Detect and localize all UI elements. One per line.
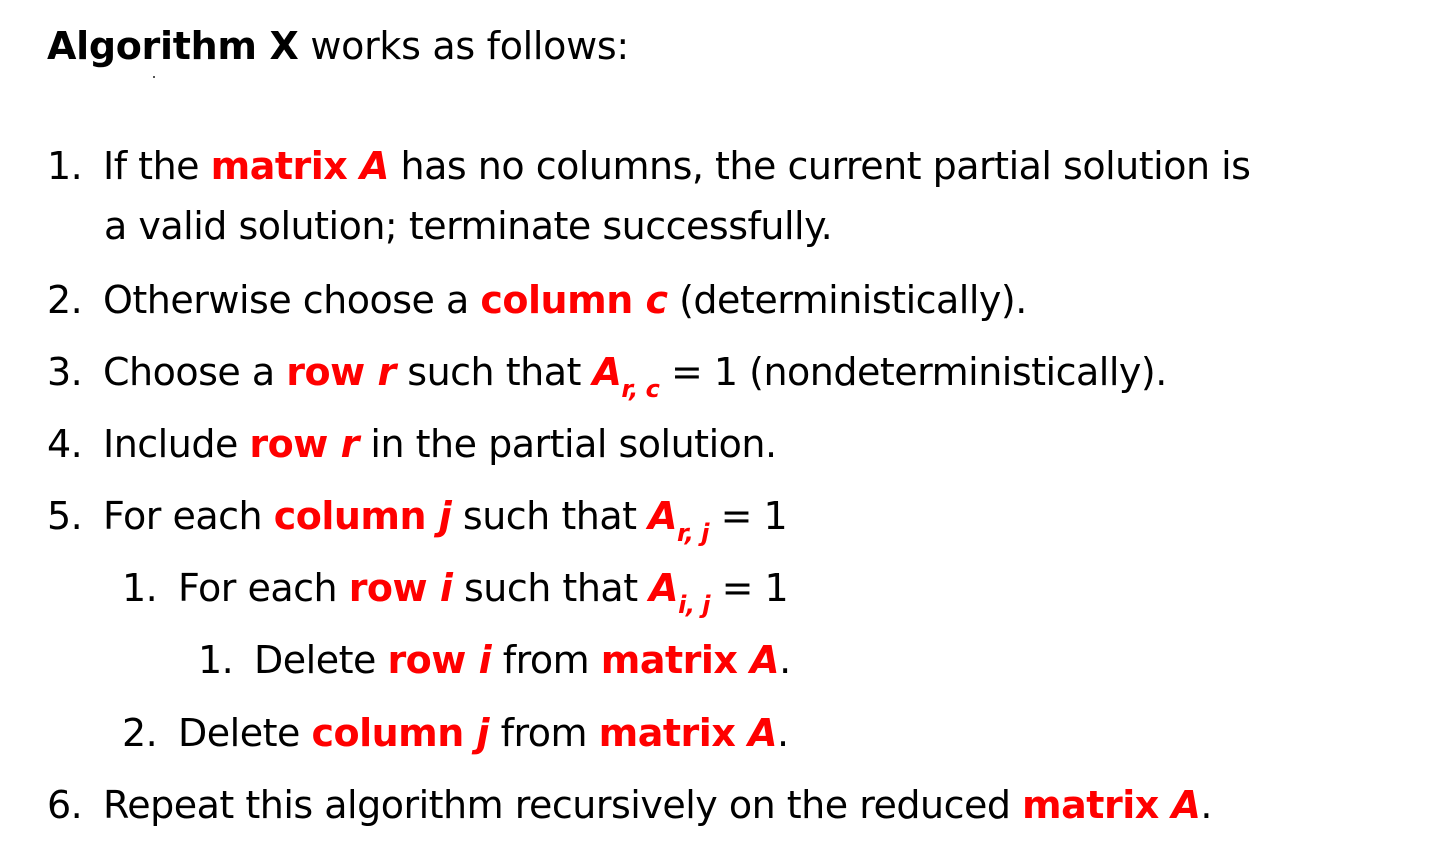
step-text: from <box>489 711 599 755</box>
step-text: such that <box>451 494 649 538</box>
highlight-variable: j <box>476 711 490 755</box>
step-number: 3. <box>47 350 83 394</box>
step-text: For each <box>103 494 274 538</box>
step-text: Delete <box>178 711 312 755</box>
step-text: . <box>1200 783 1212 827</box>
step-2: 2. Otherwise choose a column c (determini… <box>47 270 1027 330</box>
step-5-2: 2. Delete column j from matrix A. <box>122 703 789 763</box>
slide: Algorithm X works as follows: 1. If the m… <box>0 0 1439 866</box>
step-text: has no columns, the current partial solu… <box>388 144 1251 188</box>
step-text: (deterministically). <box>667 278 1027 322</box>
step-text: = 1 <box>710 566 789 610</box>
highlight-variable: i <box>439 566 453 610</box>
step-text: Choose a <box>103 350 287 394</box>
step-text: Delete <box>254 638 388 682</box>
step-text: . <box>779 638 791 682</box>
matrix-symbol: A <box>1171 783 1201 827</box>
step-number: 4. <box>47 422 83 466</box>
step-1: 1. If the matrix A has no columns, the cu… <box>47 136 1251 196</box>
step-5-1: 1. For each row i such that Ai, j = 1 <box>122 558 789 623</box>
step-5-1-1: 1. Delete row i from matrix A. <box>198 630 791 690</box>
highlight-term: row <box>286 350 378 394</box>
step-text: . <box>777 711 789 755</box>
highlight-term: matrix <box>600 638 751 682</box>
step-6: 6. Repeat this algorithm recursively on t… <box>47 775 1212 835</box>
step-text: For each <box>178 566 349 610</box>
highlight-term: row <box>387 638 479 682</box>
step-number: 1. <box>198 638 234 682</box>
stray-dot <box>153 76 155 78</box>
step-text: If the <box>103 144 211 188</box>
step-number: 1. <box>122 566 158 610</box>
highlight-term: column <box>311 711 477 755</box>
highlight-variable: r <box>340 422 360 466</box>
step-5: 5. For each column j such that Ar, j = 1 <box>47 486 788 551</box>
highlight-term: matrix <box>1022 783 1172 827</box>
step-text: such that <box>395 350 593 394</box>
step-text: Otherwise choose a <box>103 278 481 322</box>
heading-bold: Algorithm X <box>47 24 299 68</box>
highlight-term: row <box>348 566 440 610</box>
step-number: 6. <box>47 783 83 827</box>
heading: Algorithm X works as follows: <box>47 18 629 74</box>
matrix-symbol: A <box>649 566 679 610</box>
matrix-symbol: A <box>648 494 677 538</box>
highlight-term: column <box>480 278 646 322</box>
highlight-term: matrix <box>598 711 749 755</box>
matrix-subscript: r, j <box>677 519 710 547</box>
step-text: in the partial solution. <box>358 422 777 466</box>
matrix-symbol: A <box>750 638 780 682</box>
step-text: from <box>491 638 601 682</box>
highlight-variable: j <box>438 494 452 538</box>
step-text: such that <box>452 566 650 610</box>
highlight-term: row <box>249 422 341 466</box>
step-3: 3. Choose a row r such that Ar, c = 1 (no… <box>47 342 1167 407</box>
step-text: Repeat this algorithm recursively on the… <box>103 783 1023 827</box>
matrix-subscript: r, c <box>621 375 660 403</box>
highlight-variable: i <box>478 638 492 682</box>
matrix-symbol: A <box>592 350 622 394</box>
step-text: Include <box>103 422 250 466</box>
highlight-term: column <box>273 494 439 538</box>
step-4: 4. Include row r in the partial solution. <box>47 414 777 474</box>
matrix-subscript: i, j <box>678 591 711 619</box>
step-number: 2. <box>47 278 83 322</box>
step-text: = 1 (nondeterministically). <box>659 350 1167 394</box>
step-text: = 1 <box>709 494 788 538</box>
heading-rest: works as follows: <box>298 24 629 68</box>
highlight-variable: r <box>377 350 396 394</box>
highlight-variable: c <box>645 278 668 322</box>
step-1-continuation: a valid solution; terminate successfully… <box>104 204 833 248</box>
matrix-symbol: A <box>748 711 777 755</box>
highlight-term: matrix <box>210 144 361 188</box>
step-number: 5. <box>47 494 83 538</box>
step-number: 1. <box>47 144 83 188</box>
step-number: 2. <box>122 711 158 755</box>
highlight-variable: A <box>360 144 389 188</box>
